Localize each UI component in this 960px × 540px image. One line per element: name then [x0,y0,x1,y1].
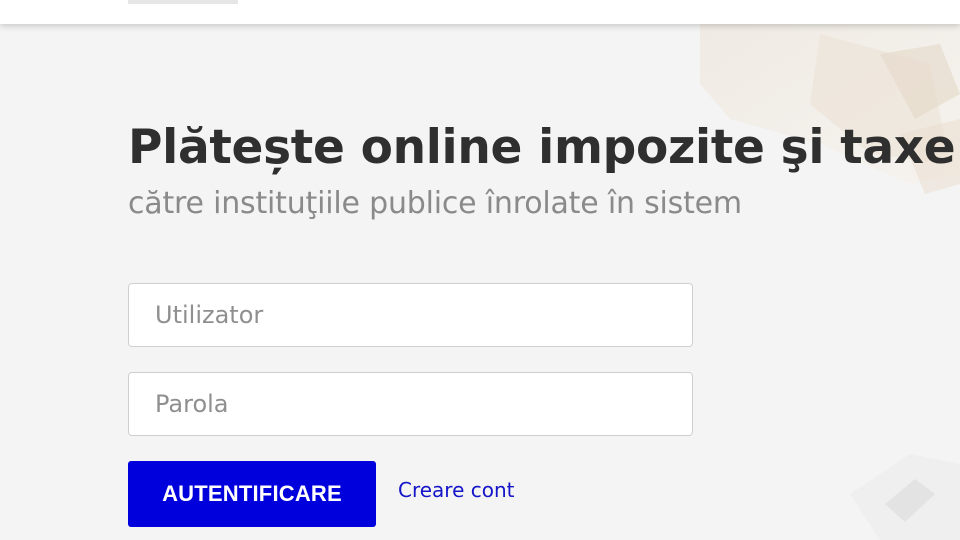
password-input[interactable] [128,372,693,436]
page-title: Plătește online impozite şi taxe [128,120,956,175]
page-subtitle: către instituţiile publice înrolate în s… [128,186,742,221]
username-input[interactable] [128,283,693,347]
background-decoration [700,24,960,540]
logo[interactable] [128,0,238,4]
create-account-link[interactable]: Creare cont [398,478,515,502]
hero: Plătește online impozite şi taxe către i… [128,112,956,226]
top-navigation-bar [0,0,960,24]
login-button[interactable]: AUTENTIFICARE [128,461,376,527]
page: Plătește online impozite şi taxe către i… [0,0,960,540]
